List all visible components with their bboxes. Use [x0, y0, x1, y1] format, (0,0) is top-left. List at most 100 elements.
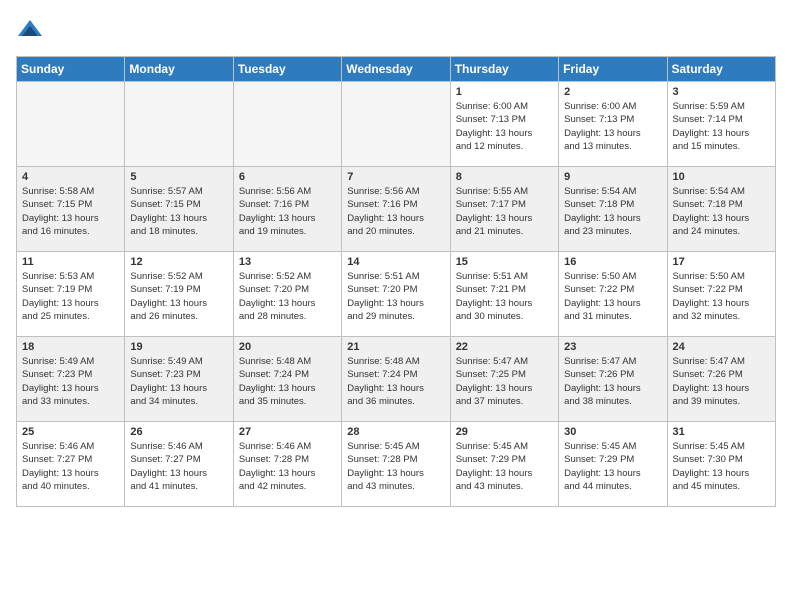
calendar-cell: 8 Sunrise: 5:55 AM Sunset: 7:17 PM Daylig… [450, 167, 558, 252]
logo-icon [16, 16, 44, 44]
calendar-cell: 30Sunrise: 5:45 AM Sunset: 7:29 PM Dayli… [559, 422, 667, 507]
cell-info: Sunrise: 6:00 AM Sunset: 7:13 PM Dayligh… [564, 100, 661, 153]
day-header-wednesday: Wednesday [342, 57, 450, 82]
day-number: 19 [130, 341, 227, 353]
calendar-cell [125, 82, 233, 167]
day-number: 7 [347, 171, 444, 183]
cell-info: Sunrise: 5:46 AM Sunset: 7:28 PM Dayligh… [239, 440, 336, 493]
day-number: 27 [239, 426, 336, 438]
week-row-4: 18 Sunrise: 5:49 AM Sunset: 7:23 PM Dayli… [17, 337, 776, 422]
calendar-cell: 9 Sunrise: 5:54 AM Sunset: 7:18 PM Daylig… [559, 167, 667, 252]
cell-info: Sunrise: 5:56 AM Sunset: 7:16 PM Dayligh… [347, 185, 444, 238]
calendar-cell: 7 Sunrise: 5:56 AM Sunset: 7:16 PM Daylig… [342, 167, 450, 252]
day-number: 14 [347, 256, 444, 268]
day-number: 6 [239, 171, 336, 183]
calendar-cell: 17 Sunrise: 5:50 AM Sunset: 7:22 PM Dayli… [667, 252, 775, 337]
calendar-cell: 14 Sunrise: 5:51 AM Sunset: 7:20 PM Dayli… [342, 252, 450, 337]
calendar-cell: 10 Sunrise: 5:54 AM Sunset: 7:18 PM Dayli… [667, 167, 775, 252]
cell-info: Sunrise: 5:52 AM Sunset: 7:19 PM Dayligh… [130, 270, 227, 323]
calendar-cell [17, 82, 125, 167]
calendar-cell: 11 Sunrise: 5:53 AM Sunset: 7:19 PM Dayli… [17, 252, 125, 337]
cell-info: Sunrise: 6:00 AM Sunset: 7:13 PM Dayligh… [456, 100, 553, 153]
day-number: 26 [130, 426, 227, 438]
calendar-cell: 29 Sunrise: 5:45 AM Sunset: 7:29 PM Dayli… [450, 422, 558, 507]
calendar-cell [233, 82, 341, 167]
calendar-cell: 27 Sunrise: 5:46 AM Sunset: 7:28 PM Dayli… [233, 422, 341, 507]
day-header-sunday: Sunday [17, 57, 125, 82]
cell-info: Sunrise: 5:58 AM Sunset: 7:15 PM Dayligh… [22, 185, 119, 238]
cell-info: Sunrise: 5:49 AM Sunset: 7:23 PM Dayligh… [22, 355, 119, 408]
page-header [16, 16, 776, 44]
cell-info: Sunrise: 5:46 AM Sunset: 7:27 PM Dayligh… [22, 440, 119, 493]
cell-info: Sunrise: 5:45 AM Sunset: 7:30 PM Dayligh… [673, 440, 770, 493]
calendar-cell: 20 Sunrise: 5:48 AM Sunset: 7:24 PM Dayli… [233, 337, 341, 422]
day-number: 21 [347, 341, 444, 353]
day-number: 17 [673, 256, 770, 268]
cell-info: Sunrise: 5:45 AM Sunset: 7:29 PM Dayligh… [564, 440, 661, 493]
day-number: 23 [564, 341, 661, 353]
calendar-cell: 23 Sunrise: 5:47 AM Sunset: 7:26 PM Dayli… [559, 337, 667, 422]
day-number: 29 [456, 426, 553, 438]
day-number: 1 [456, 86, 553, 98]
day-header-friday: Friday [559, 57, 667, 82]
day-number: 18 [22, 341, 119, 353]
calendar-cell: 16 Sunrise: 5:50 AM Sunset: 7:22 PM Dayli… [559, 252, 667, 337]
cell-info: Sunrise: 5:45 AM Sunset: 7:29 PM Dayligh… [456, 440, 553, 493]
calendar-cell: 5 Sunrise: 5:57 AM Sunset: 7:15 PM Daylig… [125, 167, 233, 252]
cell-info: Sunrise: 5:50 AM Sunset: 7:22 PM Dayligh… [564, 270, 661, 323]
cell-info: Sunrise: 5:50 AM Sunset: 7:22 PM Dayligh… [673, 270, 770, 323]
day-number: 20 [239, 341, 336, 353]
calendar-cell: 22Sunrise: 5:47 AM Sunset: 7:25 PM Dayli… [450, 337, 558, 422]
calendar-cell: 26Sunrise: 5:46 AM Sunset: 7:27 PM Dayli… [125, 422, 233, 507]
calendar-cell: 13Sunrise: 5:52 AM Sunset: 7:20 PM Dayli… [233, 252, 341, 337]
calendar-cell: 28 Sunrise: 5:45 AM Sunset: 7:28 PM Dayli… [342, 422, 450, 507]
cell-info: Sunrise: 5:56 AM Sunset: 7:16 PM Dayligh… [239, 185, 336, 238]
calendar-cell: 12 Sunrise: 5:52 AM Sunset: 7:19 PM Dayli… [125, 252, 233, 337]
calendar-cell: 31 Sunrise: 5:45 AM Sunset: 7:30 PM Dayli… [667, 422, 775, 507]
day-number: 12 [130, 256, 227, 268]
day-number: 28 [347, 426, 444, 438]
calendar-cell: 4 Sunrise: 5:58 AM Sunset: 7:15 PM Daylig… [17, 167, 125, 252]
cell-info: Sunrise: 5:49 AM Sunset: 7:23 PM Dayligh… [130, 355, 227, 408]
calendar-cell: 19 Sunrise: 5:49 AM Sunset: 7:23 PM Dayli… [125, 337, 233, 422]
day-number: 5 [130, 171, 227, 183]
calendar-cell: 2 Sunrise: 6:00 AM Sunset: 7:13 PM Daylig… [559, 82, 667, 167]
day-header-tuesday: Tuesday [233, 57, 341, 82]
day-header-monday: Monday [125, 57, 233, 82]
cell-info: Sunrise: 5:57 AM Sunset: 7:15 PM Dayligh… [130, 185, 227, 238]
calendar-table: SundayMondayTuesdayWednesdayThursdayFrid… [16, 56, 776, 507]
calendar-cell: 25 Sunrise: 5:46 AM Sunset: 7:27 PM Dayli… [17, 422, 125, 507]
day-number: 13 [239, 256, 336, 268]
day-number: 31 [673, 426, 770, 438]
day-number: 9 [564, 171, 661, 183]
cell-info: Sunrise: 5:53 AM Sunset: 7:19 PM Dayligh… [22, 270, 119, 323]
day-number: 3 [673, 86, 770, 98]
cell-info: Sunrise: 5:47 AM Sunset: 7:26 PM Dayligh… [564, 355, 661, 408]
cell-info: Sunrise: 5:55 AM Sunset: 7:17 PM Dayligh… [456, 185, 553, 238]
cell-info: Sunrise: 5:45 AM Sunset: 7:28 PM Dayligh… [347, 440, 444, 493]
week-row-5: 25 Sunrise: 5:46 AM Sunset: 7:27 PM Dayli… [17, 422, 776, 507]
day-number: 2 [564, 86, 661, 98]
cell-info: Sunrise: 5:48 AM Sunset: 7:24 PM Dayligh… [239, 355, 336, 408]
day-number: 16 [564, 256, 661, 268]
calendar-cell [342, 82, 450, 167]
calendar-cell: 3Sunrise: 5:59 AM Sunset: 7:14 PM Daylig… [667, 82, 775, 167]
day-number: 4 [22, 171, 119, 183]
cell-info: Sunrise: 5:54 AM Sunset: 7:18 PM Dayligh… [673, 185, 770, 238]
cell-info: Sunrise: 5:48 AM Sunset: 7:24 PM Dayligh… [347, 355, 444, 408]
cell-info: Sunrise: 5:51 AM Sunset: 7:20 PM Dayligh… [347, 270, 444, 323]
cell-info: Sunrise: 5:51 AM Sunset: 7:21 PM Dayligh… [456, 270, 553, 323]
day-header-saturday: Saturday [667, 57, 775, 82]
day-number: 22 [456, 341, 553, 353]
calendar-cell: 15 Sunrise: 5:51 AM Sunset: 7:21 PM Dayli… [450, 252, 558, 337]
calendar-cell: 24 Sunrise: 5:47 AM Sunset: 7:26 PM Dayli… [667, 337, 775, 422]
day-number: 25 [22, 426, 119, 438]
day-number: 24 [673, 341, 770, 353]
cell-info: Sunrise: 5:54 AM Sunset: 7:18 PM Dayligh… [564, 185, 661, 238]
day-number: 15 [456, 256, 553, 268]
day-number: 8 [456, 171, 553, 183]
cell-info: Sunrise: 5:47 AM Sunset: 7:26 PM Dayligh… [673, 355, 770, 408]
day-number: 11 [22, 256, 119, 268]
logo [16, 16, 48, 44]
day-number: 10 [673, 171, 770, 183]
